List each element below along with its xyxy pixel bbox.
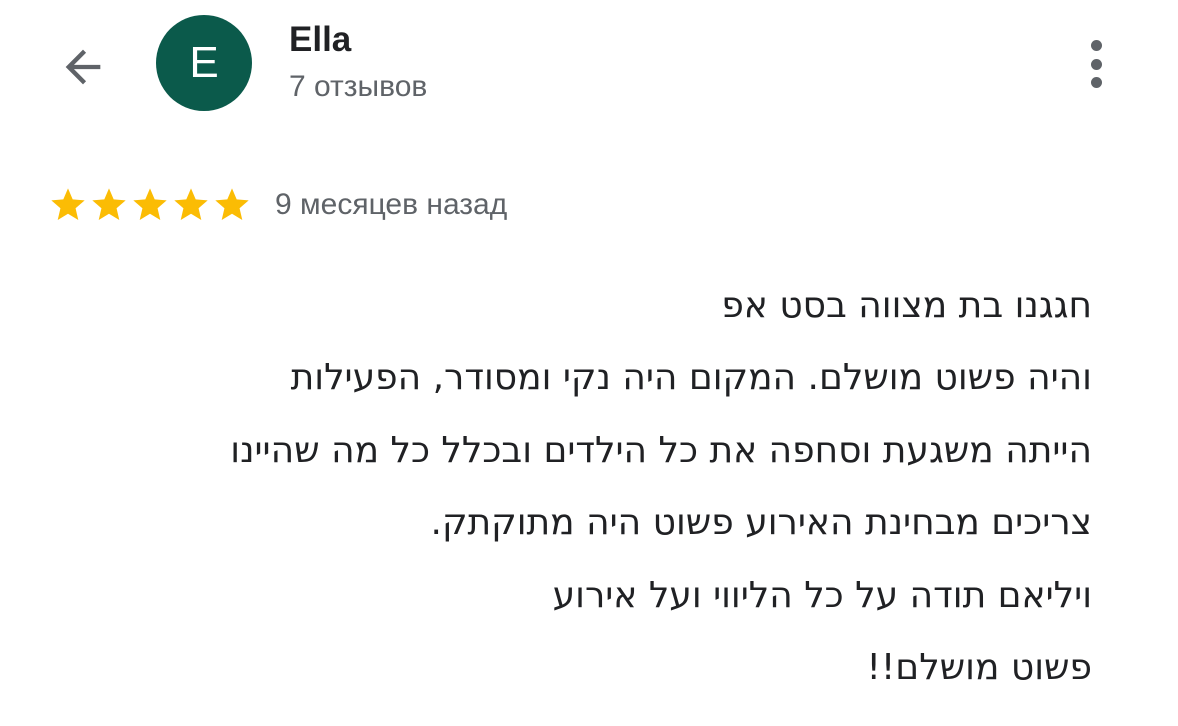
review-count: 7 отзывов [289,70,428,103]
more-vertical-icon [1090,40,1102,51]
review-text-line: והיה פשוט מושלם. המקום היה נקי ומסודר, ה… [290,357,1092,399]
review-text: חגגנו בת מצווה בסט אפ והיה פשוט מושלם. המ… [32,270,1092,704]
review-text-line: צריכים מבחינת האירוע פשוט היה מתוקתק. [430,502,1092,544]
back-button[interactable] [52,36,114,98]
star-icon [130,185,170,225]
user-name[interactable]: Ella [289,20,351,60]
avatar-letter: E [189,38,219,87]
star-icon [212,185,252,225]
avatar[interactable]: E [156,15,252,111]
arrow-left-icon [65,49,101,85]
review-text-line: פשוט מושלם!! [866,647,1092,689]
star-icon [171,185,211,225]
more-vertical-icon-dot [1090,58,1102,70]
star-icon [48,185,88,225]
star-icon [89,185,129,225]
more-vertical-icon-dot [1090,77,1102,88]
star-rating [48,185,253,225]
review-text-line: חגגנו בת מצווה בסט אפ [721,285,1092,326]
more-options-button[interactable] [1074,36,1118,92]
rating-row: 9 месяцев назад [48,182,507,228]
review-text-line: הייתה משגעת וסחפה את כל הילדים ובכלל כל … [230,429,1092,471]
review-date: 9 месяцев назад [275,188,508,221]
review-text-line: ויליאם תודה על כל הליווי ועל אירוע [552,574,1092,616]
